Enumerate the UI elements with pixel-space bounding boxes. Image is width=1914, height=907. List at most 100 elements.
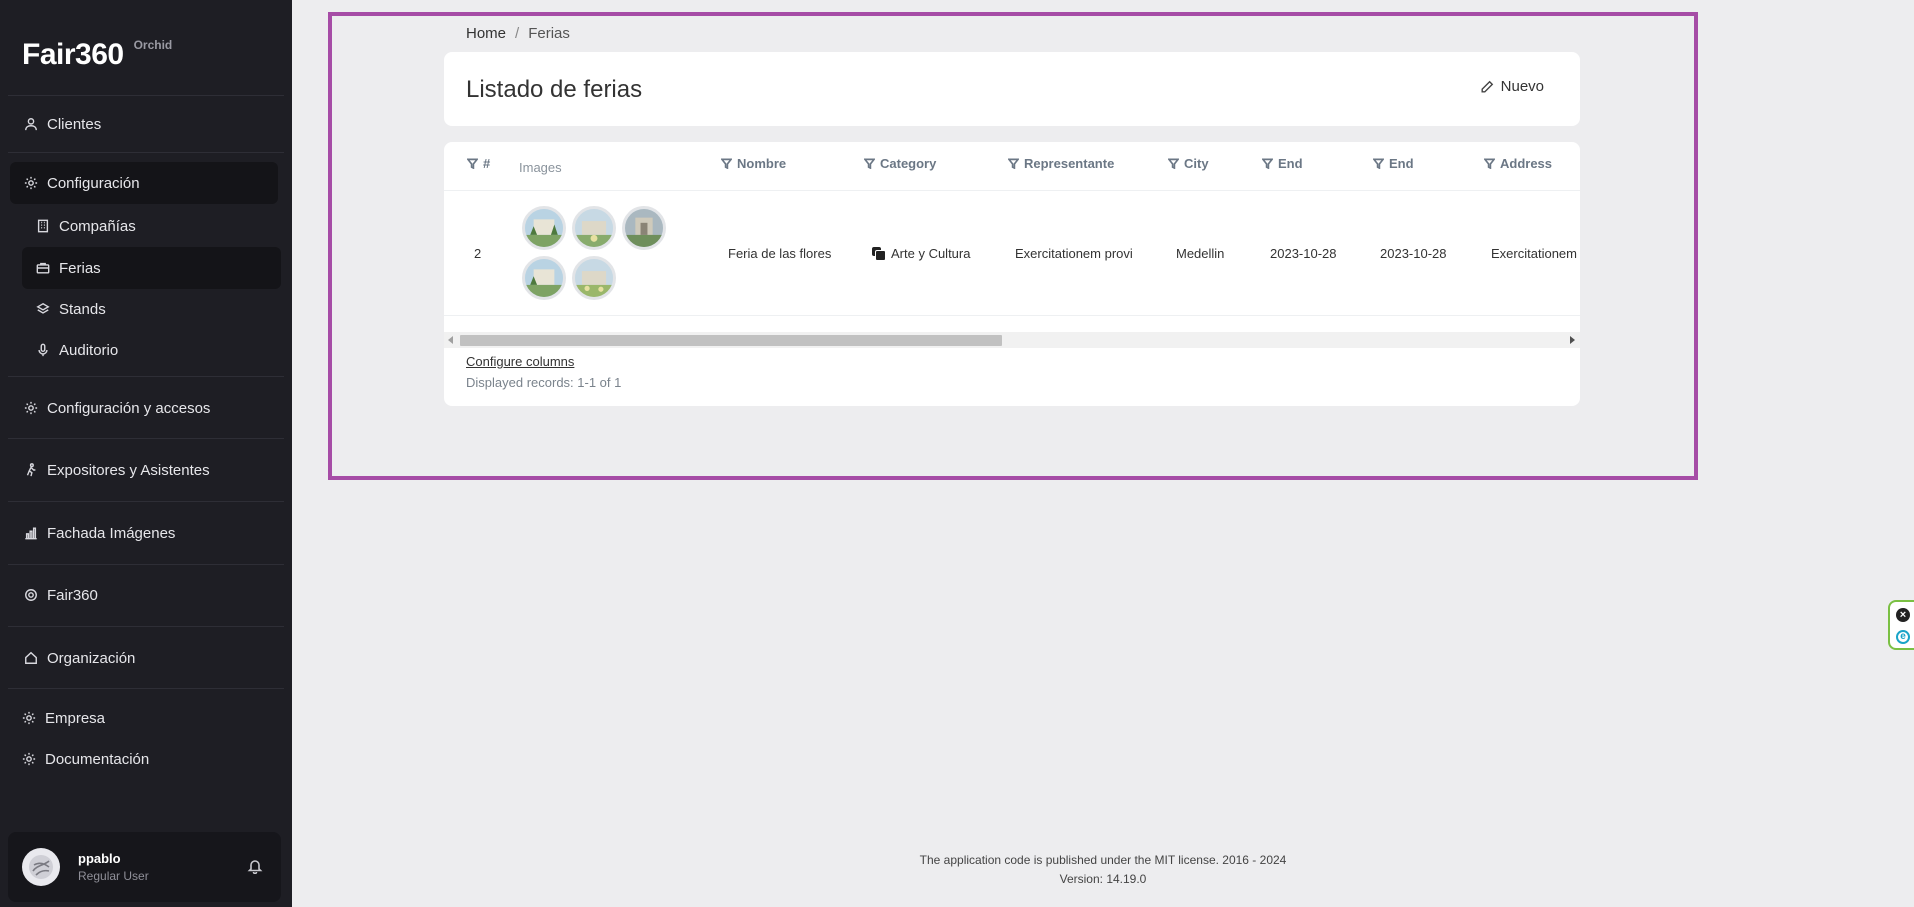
thumbnail-image[interactable] — [622, 206, 666, 250]
thumbnail-image[interactable] — [572, 206, 616, 250]
sidebar-item-label: Compañías — [59, 217, 136, 235]
sidebar-item-fair360[interactable]: Fair360 — [10, 574, 278, 616]
column-header-label: Category — [880, 156, 937, 171]
divider — [8, 626, 284, 627]
column-header-representante[interactable]: Representante — [1008, 156, 1114, 171]
column-header-nombre[interactable]: Nombre — [721, 156, 786, 171]
cell-nombre: Feria de las flores — [728, 246, 832, 261]
sidebar-item-label: Stands — [59, 300, 106, 318]
home-icon — [24, 651, 38, 665]
filter-icon[interactable] — [1373, 158, 1384, 169]
brand-logo[interactable]: Fair360 Orchid — [22, 38, 172, 72]
column-header-end[interactable]: End — [1262, 156, 1303, 171]
cell-end-2: 2023-10-28 — [1380, 246, 1447, 261]
divider — [8, 438, 284, 439]
horizontal-scrollbar[interactable] — [444, 332, 1580, 348]
divider — [8, 688, 284, 689]
sidebar-item-label: Auditorio — [59, 341, 119, 359]
sidebar-item-configuracion[interactable]: Configuración — [10, 162, 278, 204]
sidebar-item-empresa[interactable]: Empresa — [10, 697, 278, 739]
sidebar-item-label: Fachada Imágenes — [47, 524, 176, 542]
column-header-label: Address — [1500, 156, 1553, 171]
sidebar-item-configuracion-accesos[interactable]: Configuración y accesos — [10, 387, 278, 429]
user-profile-card[interactable]: ppablo Regular User — [8, 832, 281, 902]
extension-icon[interactable]: e — [1896, 630, 1910, 644]
column-header-label: Nombre — [737, 156, 787, 171]
sidebar-item-expositores[interactable]: Expositores y Asistentes — [10, 449, 278, 491]
sidebar-item-label: Expositores y Asistentes — [47, 461, 210, 479]
gear-icon — [22, 711, 36, 725]
sidebar-item-label: Configuración y accesos — [47, 399, 211, 417]
thumbnail-image[interactable] — [522, 256, 566, 300]
circle-icon — [24, 588, 38, 602]
column-header-category[interactable]: Category — [864, 156, 936, 171]
divider — [8, 501, 284, 502]
layers-icon — [36, 302, 50, 316]
column-header-address[interactable]: Address — [1484, 156, 1552, 171]
user-info: ppablo Regular User — [78, 851, 149, 883]
sidebar-item-fachada-imagenes[interactable]: Fachada Imágenes — [10, 512, 278, 554]
filter-icon[interactable] — [467, 158, 478, 169]
sidebar-item-auditorio[interactable]: Auditorio — [22, 329, 281, 371]
filter-icon[interactable] — [1168, 158, 1179, 169]
header-divider — [444, 190, 1580, 191]
column-header-id[interactable]: # — [467, 156, 490, 171]
divider — [8, 95, 284, 96]
scroll-right-icon[interactable] — [1570, 336, 1575, 344]
new-button[interactable]: Nuevo — [1480, 78, 1544, 95]
user-name: ppablo — [78, 851, 121, 866]
sidebar-item-label: Empresa — [45, 709, 106, 727]
breadcrumb: Home / Ferias — [466, 25, 570, 42]
avatar-image — [29, 855, 53, 879]
cell-category: Arte y Cultura — [872, 246, 970, 261]
user-role: Regular User — [78, 869, 149, 883]
avatar — [22, 848, 60, 886]
column-header-end-2[interactable]: End — [1373, 156, 1414, 171]
sidebar-item-companias[interactable]: Compañías — [22, 205, 281, 247]
brand-subtitle: Orchid — [133, 38, 173, 52]
column-header-label: End — [1389, 156, 1414, 171]
sidebar-item-label: Documentación — [45, 750, 150, 768]
new-button-label: Nuevo — [1500, 78, 1544, 95]
cell-end: 2023-10-28 — [1270, 246, 1337, 261]
table-card: # Images Nombre Category Representante C… — [444, 142, 1580, 406]
sidebar-item-label: Ferias — [59, 259, 101, 277]
breadcrumb-separator: / — [515, 25, 520, 42]
bell-icon[interactable] — [247, 858, 263, 875]
thumbnail-image[interactable] — [522, 206, 566, 250]
filter-icon[interactable] — [1262, 158, 1273, 169]
sidebar-item-ferias[interactable]: Ferias — [22, 247, 281, 289]
cell-city: Medellin — [1176, 246, 1225, 261]
column-header-label: City — [1184, 156, 1209, 171]
scroll-left-icon[interactable] — [448, 336, 453, 344]
page-title: Listado de ferias — [466, 76, 643, 103]
scrollbar-thumb[interactable] — [460, 335, 1002, 346]
close-icon[interactable]: × — [1896, 608, 1910, 622]
column-header-images: Images — [519, 160, 562, 175]
sidebar-item-label: Fair360 — [47, 586, 98, 604]
sidebar-item-stands[interactable]: Stands — [22, 288, 281, 330]
sidebar-item-documentacion[interactable]: Documentación — [10, 738, 278, 780]
footer-license: The application code is published under … — [919, 853, 1287, 867]
column-header-label: # — [483, 156, 491, 171]
cell-category-label: Arte y Cultura — [891, 246, 971, 261]
breadcrumb-current: Ferias — [528, 25, 570, 42]
thumbnail-image[interactable] — [572, 256, 616, 300]
filter-icon[interactable] — [1008, 158, 1019, 169]
sidebar-item-label: Configuración — [47, 174, 140, 192]
filter-icon[interactable] — [721, 158, 732, 169]
footer-version: Version: 14.19.0 — [1059, 872, 1147, 886]
cell-representante: Exercitationem provi — [1015, 246, 1133, 261]
filter-icon[interactable] — [1484, 158, 1495, 169]
sidebar-item-organizacion[interactable]: Organización — [10, 637, 278, 679]
building-icon — [36, 219, 50, 233]
edge-widget[interactable]: × e — [1888, 600, 1914, 650]
column-header-city[interactable]: City — [1168, 156, 1209, 171]
column-header-label: Images — [519, 160, 562, 175]
configure-columns-link[interactable]: Configure columns — [466, 354, 574, 369]
breadcrumb-home[interactable]: Home — [466, 25, 506, 42]
walking-person-icon — [24, 463, 38, 477]
sidebar-item-clientes[interactable]: Clientes — [10, 103, 278, 145]
filter-icon[interactable] — [864, 158, 875, 169]
row-divider — [444, 315, 1580, 316]
